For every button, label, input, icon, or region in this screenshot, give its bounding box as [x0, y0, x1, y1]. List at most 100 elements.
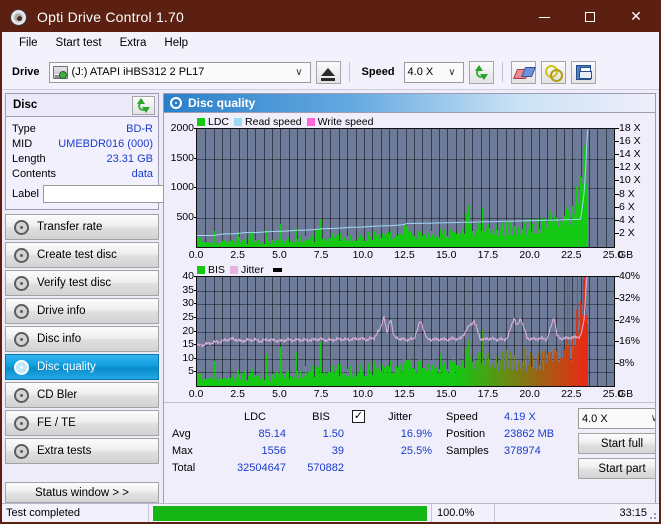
save-button[interactable]: [570, 60, 596, 84]
stats-row-key-avg: Avg: [172, 427, 191, 440]
chain-icon: [545, 65, 564, 82]
menu-item-help[interactable]: Help: [155, 35, 197, 51]
chain-button[interactable]: [540, 60, 566, 84]
legend-marker: [272, 267, 282, 272]
disc-row-contents: Contents data: [12, 166, 153, 181]
toolbar-divider-2: [501, 62, 503, 82]
x-axis-tick: 12.5: [394, 388, 415, 400]
main-body: Disc Type BD-R MID UMEBDR016 (000) Lengt…: [2, 90, 659, 505]
speed-select[interactable]: 4.0 X ∨: [403, 61, 464, 83]
x-axis-tick: 17.5: [477, 388, 499, 400]
y-axis-tick-left: 10: [182, 351, 197, 364]
y-axis-tick-left: 1000: [170, 181, 198, 193]
legend-item-jitter: Jitter: [229, 264, 264, 276]
sidebar-item-extra-tests[interactable]: Extra tests: [5, 438, 159, 464]
x-axis-tick: 10.0: [352, 388, 374, 400]
disc-row-value: 23.31 GB: [106, 152, 153, 165]
sidebar-item-create-test-disc[interactable]: Create test disc: [5, 242, 159, 268]
eject-button[interactable]: [315, 60, 341, 84]
x-axis-tick: 5.0: [272, 388, 287, 400]
menu-item-extra[interactable]: Extra: [111, 35, 156, 51]
x-axis-tick: 22.5: [561, 249, 582, 261]
legend-swatch: [234, 117, 243, 126]
refresh-button[interactable]: [468, 60, 494, 84]
y-axis-tick-right: 8 X: [615, 187, 635, 200]
progress-track: [153, 505, 427, 521]
y-axis-tick-right: 4 X: [615, 213, 635, 226]
drive-select[interactable]: (J:) ATAPI iHBS312 2 PL17 ∨: [48, 61, 311, 83]
panel-header: Disc quality: [164, 94, 655, 113]
y-axis-tick-right: 2 X: [615, 226, 635, 239]
stats-jitter-avg: 16.9%: [400, 427, 432, 440]
disc-row-mid: MID UMEBDR016 (000): [12, 136, 153, 151]
disc-refresh-button[interactable]: [132, 95, 155, 115]
legend-label: Write speed: [317, 115, 374, 128]
x-axis-tick: 0.0: [188, 249, 204, 261]
sidebar-item-disc-quality[interactable]: Disc quality: [5, 354, 159, 380]
samples-readout-label: Samples: [446, 444, 489, 457]
stats-readouts: Speed 4.19 X Position 23862 MB Samples 3…: [446, 408, 578, 500]
legend-label: BIS: [208, 263, 225, 276]
close-icon: ✕: [630, 9, 642, 25]
y-axis-tick-right: 16%: [614, 335, 641, 348]
sidebar-item-label: CD Bler: [37, 389, 78, 401]
disc-row-length: Length 23.31 GB: [12, 151, 153, 166]
sidebar-item-label: Verify test disc: [37, 277, 112, 289]
speed-readout-value: 4.19 X: [504, 410, 536, 423]
close-button[interactable]: ✕: [613, 2, 659, 32]
stats-jitter-max: 25.5%: [400, 444, 432, 457]
y-axis-tick-right: 8%: [614, 357, 635, 370]
sidebar-item-fe-te[interactable]: FE / TE: [5, 410, 159, 436]
legend-item-ldc: LDC: [197, 116, 229, 128]
jitter-checkbox[interactable]: ✓: [352, 410, 365, 423]
y-axis-tick-right: 12 X: [615, 161, 641, 174]
speed-label: Speed: [361, 66, 395, 78]
chart-ldc: LDC Read speed Write speed 500 1000 1500 20…: [166, 115, 653, 263]
status-message: Test completed: [6, 507, 80, 519]
stats-table: LDC BIS ✓ Jitter Avg 85.14 1.50 16.9% Ma…: [172, 408, 432, 500]
app-icon: [10, 8, 27, 26]
cd-bler-icon: [14, 387, 29, 403]
sidebar-item-transfer-rate[interactable]: Transfer rate: [5, 214, 159, 240]
x-axis-tick: 2.5: [230, 388, 245, 400]
disc-label-row: Label: [12, 184, 213, 204]
chart-ldc-plot-row: 500 1000 1500 2000 2 X4 X6 X8 X 10 X 12 X 14 X…: [166, 122, 653, 248]
x-axis-tick: 5.0: [272, 249, 287, 261]
legend-swatch: [197, 265, 205, 274]
test-speed-select[interactable]: 4.0 X ∨: [578, 408, 655, 429]
stats-row-key-max: Max: [172, 444, 193, 457]
disc-row-value: UMEBDR016 (000): [58, 137, 153, 150]
charts-area: LDC Read speed Write speed 500 1000 1500 20…: [164, 113, 655, 402]
stats-ldc-avg: 85.14: [258, 427, 286, 440]
disc-row-type: Type BD-R: [12, 121, 153, 136]
y-axis-tick-left: 1500: [170, 151, 198, 164]
stats-bis-avg: 1.50: [322, 427, 344, 440]
elapsed-time: 33:15: [619, 507, 647, 519]
menu-item-file[interactable]: File: [10, 35, 47, 51]
progress-fill: [153, 505, 427, 521]
chart-ldc-y-axis-left: 500 1000 1500 2000: [166, 122, 198, 248]
status-window-button[interactable]: Status window > >: [5, 482, 159, 503]
sidebar-item-label: Extra tests: [37, 445, 92, 457]
maximize-button[interactable]: [567, 2, 613, 32]
stats-header-ldc: LDC: [243, 410, 266, 423]
sidebar-item-disc-info[interactable]: Disc info: [5, 326, 159, 352]
legend-item-bis: BIS: [197, 264, 225, 276]
resize-grip[interactable]: [647, 510, 657, 520]
erase-button[interactable]: [510, 60, 536, 84]
x-axis-tick: 12.5: [394, 249, 415, 261]
sidebar-item-cd-bler[interactable]: CD Bler: [5, 382, 159, 408]
y-axis-tick-right: 14 X: [615, 148, 641, 161]
start-part-button[interactable]: Start part: [578, 458, 655, 479]
start-full-button[interactable]: Start full: [578, 433, 655, 454]
menu-item-start-test[interactable]: Start test: [47, 35, 111, 51]
refresh-icon: [474, 64, 489, 80]
disc-row-value: BD-R: [126, 122, 153, 135]
sidebar-item-verify-test-disc[interactable]: Verify test disc: [5, 270, 159, 296]
sidebar-item-drive-info[interactable]: Drive info: [5, 298, 159, 324]
minimize-button[interactable]: [521, 2, 567, 32]
chart-ldc-y-axis-right: 2 X4 X6 X8 X 10 X 12 X 14 X 16 X 18 X: [615, 122, 653, 248]
x-axis-tick: 17.5: [477, 249, 499, 261]
y-axis-tick-left: 2000: [170, 122, 198, 134]
x-axis-tick: 7.5: [313, 388, 329, 400]
